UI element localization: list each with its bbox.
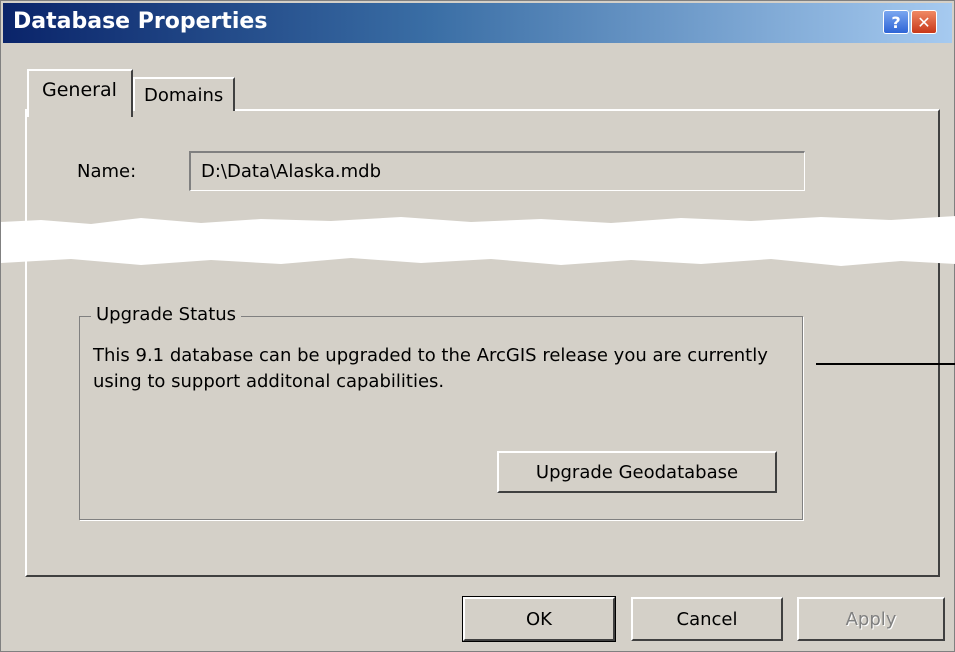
name-label: Name: [77,161,137,182]
upgrade-status-message: This 9.1 database can be upgraded to the… [93,345,768,392]
cancel-label: Cancel [676,608,738,630]
ok-label: OK [526,608,552,630]
cancel-button[interactable]: Cancel [631,597,783,641]
apply-button[interactable]: Apply [797,597,945,641]
upgrade-status-title: Upgrade Status [91,304,242,325]
database-properties-dialog: Database Properties ? ✕ General Domains … [0,0,955,652]
ok-button[interactable]: OK [462,596,616,642]
title-bar[interactable]: Database Properties ? ✕ [3,3,952,43]
apply-label: Apply [845,608,897,630]
callout-line [816,363,955,365]
dialog-title: Database Properties [13,9,268,34]
name-field[interactable]: D:\Data\Alaska.mdb [189,151,805,191]
upgrade-geodatabase-button[interactable]: Upgrade Geodatabase [497,451,777,493]
close-button[interactable]: ✕ [911,10,937,34]
upgrade-geodatabase-label: Upgrade Geodatabase [535,461,739,483]
tab-general-label: General [42,79,117,101]
help-button[interactable]: ? [883,10,909,34]
close-icon: ✕ [917,12,931,32]
tab-domains[interactable]: Domains [133,77,235,111]
tab-domains-label: Domains [144,85,224,106]
question-mark-icon: ? [891,12,901,32]
tab-general[interactable]: General [27,69,133,117]
torn-edge-separator [1,216,955,266]
